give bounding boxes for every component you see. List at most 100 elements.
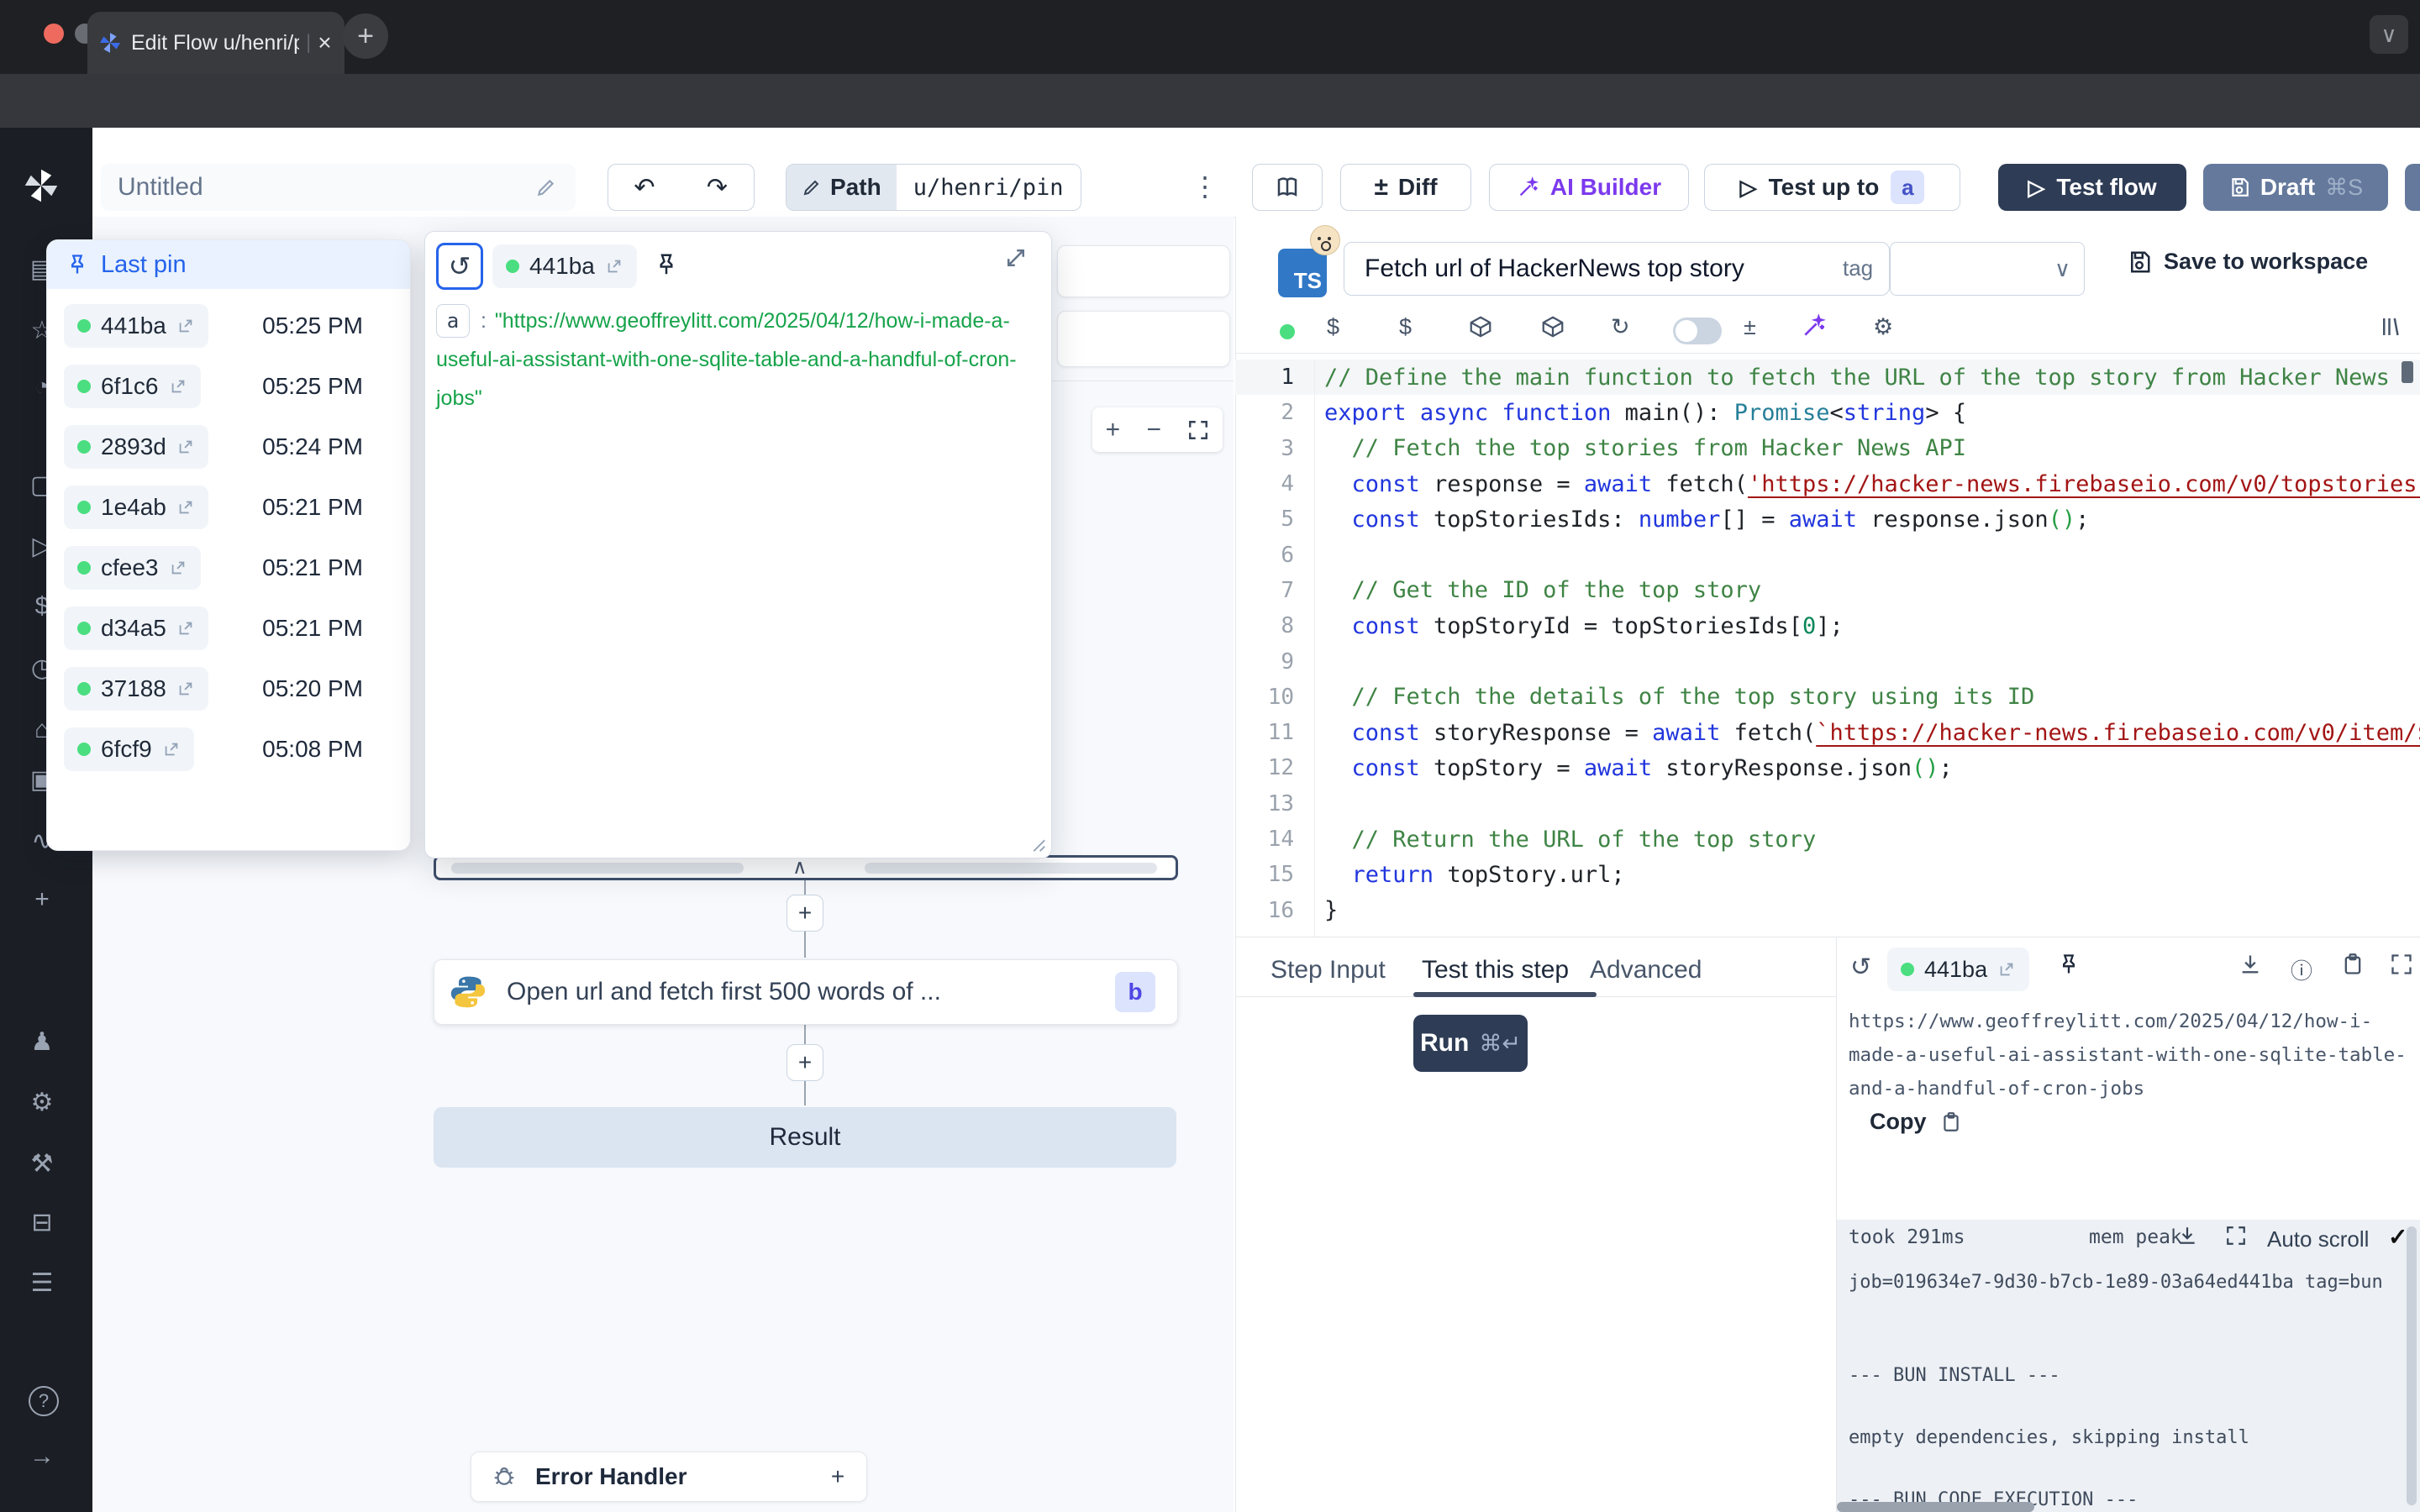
expand-sidebar-icon[interactable]: →	[25, 1440, 59, 1473]
pin-id-pill[interactable]: 1e4ab	[64, 486, 208, 529]
job-id-pill[interactable]: 441ba	[492, 244, 637, 288]
run-button[interactable]: Run ⌘↵	[1413, 1015, 1528, 1072]
clipboard-icon[interactable]	[2341, 953, 2365, 976]
pin-id-pill[interactable]: 6fcf9	[64, 727, 194, 771]
zoom-in-icon[interactable]: +	[1106, 417, 1121, 443]
browser-tab[interactable]: Edit Flow u/henri/pin_results | ×	[87, 12, 345, 74]
pin-list-item[interactable]: 441ba05:25 PM	[47, 296, 410, 356]
pin-id-pill[interactable]: 441ba	[64, 304, 208, 348]
settings-icon[interactable]: ⚙	[25, 1085, 59, 1119]
external-link-icon[interactable]	[605, 257, 623, 276]
flow-name-input[interactable]: Untitled	[101, 164, 576, 211]
log-vscrollbar[interactable]	[2407, 1226, 2417, 1505]
reload-icon[interactable]: ↻	[1611, 316, 1630, 339]
window-close-button[interactable]	[44, 24, 64, 44]
external-link-icon[interactable]	[162, 740, 181, 759]
pin-list-item[interactable]: 6f1c605:25 PM	[47, 356, 410, 417]
pin-id-pill[interactable]: 37188	[64, 667, 208, 711]
error-handler-node[interactable]: Error Handler +	[471, 1452, 867, 1502]
test-up-to-button[interactable]: ▷ Test up to a	[1704, 164, 1960, 211]
result-job-id-pill[interactable]: 441ba	[1887, 948, 2029, 991]
new-tab-button[interactable]: +	[343, 13, 388, 59]
history-button[interactable]: ↺	[436, 243, 483, 290]
history-icon[interactable]: ↺	[1850, 953, 1871, 982]
pin-list-item[interactable]: 2893d05:24 PM	[47, 417, 410, 477]
editor-scrollbar-thumb[interactable]	[2402, 361, 2413, 383]
result-node[interactable]: Result	[434, 1107, 1176, 1168]
windmill-logo[interactable]	[24, 168, 59, 203]
external-link-icon[interactable]	[169, 377, 187, 396]
pin-id-pill[interactable]: 2893d	[64, 425, 208, 469]
assets-icon[interactable]: $	[1327, 316, 1339, 339]
diff-button[interactable]: ± Diff	[1340, 164, 1471, 211]
copy-button[interactable]: Copy	[1870, 1109, 1962, 1135]
tab-search-chevron[interactable]: ∨	[2370, 15, 2408, 54]
expand-logs-icon[interactable]	[2225, 1225, 2247, 1247]
pin-list-item[interactable]: 3718805:20 PM	[47, 659, 410, 719]
path-button[interactable]: Path u/henri/pin	[786, 164, 1081, 211]
external-link-icon[interactable]	[1997, 960, 2016, 979]
external-link-icon[interactable]	[176, 619, 195, 638]
package-icon[interactable]	[1540, 314, 1565, 339]
external-link-icon[interactable]	[176, 680, 195, 698]
step-summary-input[interactable]: Fetch url of HackerNews top story	[1344, 242, 1890, 296]
folders-icon[interactable]: ⊟	[25, 1205, 59, 1239]
log-hscrollbar[interactable]	[1837, 1502, 2034, 1512]
pin-list-item[interactable]: d34a505:21 PM	[47, 598, 410, 659]
tab-advanced[interactable]: Advanced	[1590, 956, 1702, 984]
tab-close-icon[interactable]: ×	[318, 29, 331, 56]
auto-scroll-checkbox[interactable]: ✓	[2388, 1223, 2407, 1251]
draft-button[interactable]: Draft ⌘S	[2203, 164, 2388, 211]
package-icon[interactable]	[1468, 314, 1493, 339]
diff-icon[interactable]: ±	[1744, 316, 1756, 339]
docs-book-button[interactable]	[1252, 164, 1323, 211]
info-icon[interactable]: ⓘ	[2291, 954, 2312, 985]
editor-settings-gear-icon[interactable]: ⚙	[1873, 316, 1893, 339]
zoom-out-icon[interactable]: −	[1147, 417, 1162, 443]
variables-icon[interactable]: $	[1399, 316, 1412, 339]
insert-step-button[interactable]: +	[786, 895, 823, 932]
fit-view-icon[interactable]	[1187, 419, 1209, 441]
pin-list-item[interactable]: 1e4ab05:21 PM	[47, 477, 410, 538]
selected-step-node[interactable]: ∧	[434, 855, 1178, 880]
collapse-chevron-icon[interactable]: ∧	[792, 858, 808, 878]
external-link-icon[interactable]	[176, 498, 195, 517]
ai-wand-icon[interactable]	[1801, 312, 1828, 339]
ai-builder-button[interactable]: AI Builder	[1489, 164, 1689, 211]
fullscreen-icon[interactable]	[2390, 953, 2413, 976]
download-icon[interactable]	[2238, 953, 2262, 976]
external-link-icon[interactable]	[169, 559, 187, 577]
resize-handle[interactable]	[1028, 834, 1046, 853]
pin-icon[interactable]	[654, 252, 679, 277]
download-logs-icon[interactable]	[2176, 1225, 2198, 1247]
save-to-workspace-button[interactable]: Save to workspace	[2127, 249, 2368, 275]
pin-list-item[interactable]: 6fcf905:08 PM	[47, 719, 410, 780]
error-handler-add-icon[interactable]: +	[821, 1460, 855, 1494]
deploy-button[interactable]: Deploy	[2405, 164, 2420, 211]
undo-button[interactable]: ↶	[608, 164, 681, 211]
diff-mode-toggle[interactable]	[1673, 318, 1722, 344]
insert-step-button[interactable]: +	[786, 1044, 823, 1081]
redo-button[interactable]: ↷	[681, 164, 755, 211]
code-editor[interactable]: 1// Define the main function to fetch th…	[1235, 360, 2420, 937]
pin-list-item[interactable]: cfee305:21 PM	[47, 538, 410, 598]
apps-grid-icon[interactable]: ☰	[25, 1266, 59, 1299]
step-node-python[interactable]: Open url and fetch first 500 words of ..…	[434, 959, 1178, 1025]
add-icon[interactable]: +	[25, 883, 59, 916]
tab-test-this-step[interactable]: Test this step	[1422, 956, 1569, 984]
toolbar-kebab-icon[interactable]: ⋮	[1192, 173, 1218, 200]
test-flow-button[interactable]: ▷ Test flow	[1998, 164, 2186, 211]
external-link-icon[interactable]	[176, 317, 195, 335]
external-link-icon[interactable]	[176, 438, 195, 456]
expand-popup-icon[interactable]	[1003, 245, 1028, 270]
tab-step-input[interactable]: Step Input	[1270, 956, 1386, 984]
help-icon[interactable]: ?	[29, 1386, 59, 1416]
pin-id-pill[interactable]: cfee3	[64, 546, 201, 590]
library-icon[interactable]	[2379, 314, 2404, 339]
pin-id-pill[interactable]: d34a5	[64, 606, 208, 650]
last-pin-header[interactable]: Last pin	[47, 240, 410, 289]
pin-icon[interactable]	[2057, 953, 2081, 976]
tag-dropdown[interactable]: ∨	[1890, 242, 2085, 296]
user-icon[interactable]: ♟	[25, 1025, 59, 1058]
workers-icon[interactable]: ⚒	[25, 1147, 59, 1180]
